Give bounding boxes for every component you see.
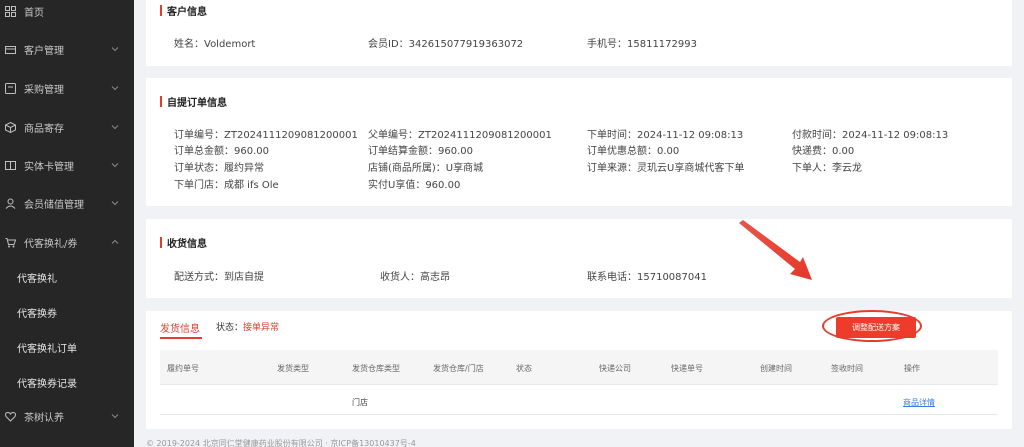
sidebar-item-label: 代客换礼/券 — [24, 238, 78, 250]
order-settle: 订单结算金额：960.00 — [368, 146, 473, 157]
order-no: 订单编号：ZT2024111209081200001 — [174, 130, 358, 141]
status-value: 接单异常 — [243, 323, 280, 333]
chevron-down-icon — [111, 125, 119, 130]
shipping-status: 状态：接单异常 — [216, 320, 279, 333]
order-store: 下单门店：成都 ifs Ole — [174, 180, 279, 191]
receiver: 收货人：高志昂 — [380, 272, 450, 283]
sidebar-subitem-label: 代客换礼 — [17, 273, 57, 285]
sidebar-item-label: 采购管理 — [24, 84, 64, 96]
sidebar-item-label: 首页 — [24, 7, 44, 19]
sidebar-item-label: 商品寄存 — [24, 123, 64, 135]
col-action: 操作 — [904, 364, 920, 373]
sidebar-item-member[interactable]: 会员储值管理 — [0, 193, 134, 213]
col-sign-time: 签收时间 — [831, 364, 863, 373]
customer-phone: 手机号：15811172993 — [587, 39, 697, 50]
sidebar-subitem-label: 代客换礼订单 — [17, 343, 77, 355]
grid-icon — [4, 5, 16, 17]
delivery-method: 配送方式：到店自提 — [174, 272, 264, 283]
member-id: 会员ID：342615077919363072 — [368, 39, 524, 50]
book-icon — [4, 159, 16, 171]
sidebar-item-label: 会员储值管理 — [24, 199, 84, 211]
col-ship-type: 发货类型 — [277, 364, 309, 373]
sidebar-subitem-label: 代客换券 — [17, 308, 57, 320]
sidebar-item-purchase[interactable]: 采购管理 — [0, 78, 134, 98]
section-title-text: 客户信息 — [167, 7, 207, 18]
sidebar-subitem-coupon[interactable]: 代客换券 — [0, 302, 134, 322]
order-shop: 店铺(商品所属)：U享商城 — [368, 163, 484, 174]
chevron-up-icon — [111, 239, 119, 244]
user-icon — [4, 197, 16, 209]
section-title: 收货信息 — [160, 235, 207, 250]
tab-shipping-info[interactable]: 发货信息 — [160, 320, 200, 335]
orderer: 下单人：李云龙 — [792, 163, 862, 174]
col-express-no: 快递单号 — [671, 364, 703, 373]
customer-name: 姓名：Voldemort — [174, 39, 256, 50]
section-title: 客户信息 — [160, 3, 207, 18]
express-fee: 快递费：0.00 — [792, 146, 855, 157]
sidebar-item-label: 茶树认养 — [24, 412, 64, 424]
cart-icon — [4, 236, 16, 248]
sidebar-item-customer[interactable]: 客户管理 — [0, 39, 134, 59]
sidebar-item-card[interactable]: 实体卡管理 — [0, 155, 134, 175]
order-status: 订单状态：履约异常 — [174, 163, 264, 174]
col-status: 状态 — [516, 364, 532, 373]
order-total: 订单总金额：960.00 — [174, 146, 269, 157]
table-header: 履约单号 发货类型 发货仓库类型 发货仓库/门店 状态 快递公司 快递单号 创建… — [160, 350, 998, 385]
section-title: 自提订单信息 — [160, 94, 227, 109]
highlight-circle — [822, 310, 922, 342]
heart-icon — [4, 410, 16, 422]
sidebar-item-home[interactable]: 首页 — [0, 1, 134, 21]
receive-info-card: 收货信息 配送方式：到店自提 收货人：高志昂 联系电话：15710087041 — [146, 219, 1012, 298]
order-info-card: 自提订单信息 订单编号：ZT2024111209081200001 父单编号：Z… — [146, 78, 1012, 206]
tab-active-indicator — [160, 337, 202, 339]
col-fulfillment-no: 履约单号 — [167, 364, 199, 373]
box-icon — [4, 121, 16, 133]
chevron-down-icon — [111, 47, 119, 52]
sidebar-item-tea[interactable]: 茶树认养 — [0, 406, 134, 426]
chevron-down-icon — [111, 86, 119, 91]
shipping-card: 发货信息 状态：接单异常 调整配送方案 履约单号 发货类型 发货仓库类型 发货仓… — [146, 310, 1012, 429]
sidebar-item-label: 客户管理 — [24, 45, 64, 57]
status-label: 状态： — [216, 323, 244, 333]
product-detail-link[interactable]: 商品详情 — [903, 397, 935, 408]
sidebar: 首页 客户管理 采购管理 商品寄存 实体卡管理 会员储值管理 代客换礼/券 代客… — [0, 0, 134, 447]
sidebar-subitem-gift[interactable]: 代客换礼 — [0, 267, 134, 287]
col-warehouse-store: 发货仓库/门店 — [433, 364, 484, 373]
receiver-phone: 联系电话：15710087041 — [587, 272, 707, 283]
col-create-time: 创建时间 — [760, 364, 792, 373]
chevron-down-icon — [111, 163, 119, 168]
footer-copyright: © 2019-2024 北京同仁堂健康药业股份有限公司 · 京ICP备13010… — [146, 439, 416, 447]
order-paid: 实付U享值：960.00 — [368, 180, 461, 191]
sidebar-item-label: 实体卡管理 — [24, 161, 74, 173]
sidebar-subitem-label: 代客换券记录 — [17, 378, 77, 390]
parent-order-no: 父单编号：ZT2024111209081200001 — [368, 130, 552, 141]
col-warehouse-type: 发货仓库类型 — [352, 364, 400, 373]
chevron-down-icon — [111, 414, 119, 419]
sidebar-subitem-coupon-records[interactable]: 代客换券记录 — [0, 372, 134, 392]
order-source: 订单来源：灵玑云U享商城代客下单 — [587, 163, 745, 174]
customer-info-card: 客户信息 姓名：Voldemort 会员ID：34261507791936307… — [146, 0, 1012, 66]
row-divider — [160, 414, 998, 415]
cell-warehouse-type: 门店 — [352, 398, 368, 407]
section-title-text: 收货信息 — [167, 239, 207, 250]
section-title-text: 自提订单信息 — [167, 98, 227, 109]
sidebar-item-storage[interactable]: 商品寄存 — [0, 117, 134, 137]
folder-icon — [4, 43, 16, 55]
sidebar-item-exchange[interactable]: 代客换礼/券 — [0, 232, 134, 252]
pay-time: 付款时间：2024-11-12 09:08:13 — [792, 130, 949, 141]
cart-icon — [4, 82, 16, 94]
col-express-company: 快递公司 — [599, 364, 631, 373]
order-time: 下单时间：2024-11-12 09:08:13 — [587, 130, 744, 141]
chevron-down-icon — [111, 201, 119, 206]
sidebar-subitem-gift-orders[interactable]: 代客换礼订单 — [0, 337, 134, 357]
order-discount: 订单优惠总额：0.00 — [587, 146, 680, 157]
